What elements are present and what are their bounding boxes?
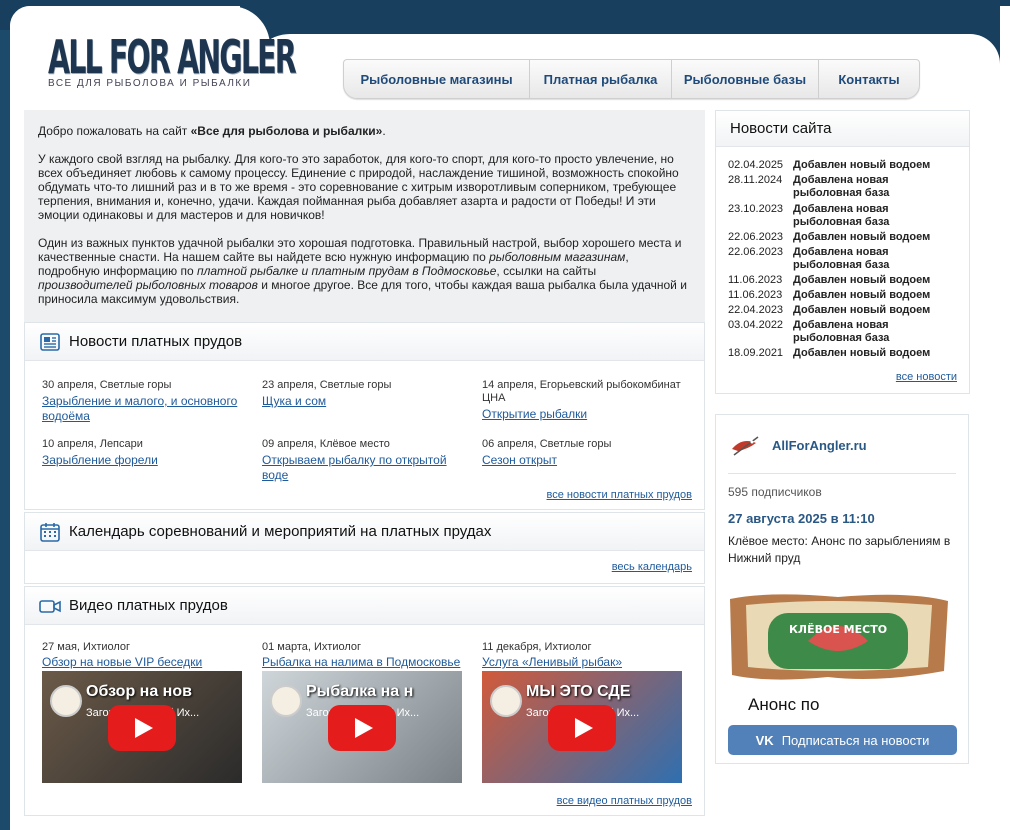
- video-link[interactable]: Обзор на новые VIP беседки: [42, 655, 202, 669]
- news-link[interactable]: Зарыбление форели: [42, 453, 158, 467]
- news-link[interactable]: Щука и сом: [262, 394, 326, 408]
- video-item: 27 мая, Ихтиолог Обзор на новые VIP бесе…: [42, 641, 242, 783]
- all-videos-link[interactable]: все видео платных прудов: [557, 795, 692, 807]
- play-icon[interactable]: [548, 705, 616, 751]
- news-item: 14 апреля, Егорьевский рыбокомбинат ЦНА …: [482, 379, 681, 421]
- channel-avatar: [270, 685, 302, 717]
- video-link[interactable]: Рыбалка на налима в Подмосковье: [262, 655, 460, 669]
- vk-logo-icon: VK: [755, 732, 774, 748]
- vk-post-date[interactable]: 27 августа 2025 в 11:10: [728, 511, 875, 526]
- vk-widget: AllForAngler.ru 595 подписчиков 27 авгус…: [715, 414, 969, 764]
- news-link[interactable]: Открываем рыбалку по открытой воде: [262, 453, 447, 482]
- news-link[interactable]: Сезон открыт: [482, 453, 557, 467]
- nav-contacts[interactable]: Контакты: [819, 60, 919, 98]
- calendar-icon: [39, 521, 61, 543]
- nav-fishing-shops[interactable]: Рыболовные магазины: [344, 60, 530, 98]
- subscribe-button[interactable]: VK Подписаться на новости: [728, 725, 957, 755]
- ponds-news-title: Новости платных прудов: [69, 333, 243, 350]
- video-item: 01 марта, Ихтиолог Рыбалка на налима в П…: [262, 641, 462, 783]
- main-nav: Рыболовные магазины Платная рыбалка Рыбо…: [343, 59, 920, 99]
- nav-fishing-bases[interactable]: Рыболовные базы: [672, 60, 819, 98]
- video-thumbnail[interactable]: Рыбалка на н Загородный клуб Их...: [262, 671, 462, 783]
- news-item: 10 апреля, Лепсари Зарыбление форели: [42, 438, 158, 467]
- site-news-title: Новости сайта: [730, 120, 832, 137]
- news-item: 23 апреля, Светлые горы Щука и сом: [262, 379, 392, 408]
- welcome-text: Добро пожаловать на сайт «Все для рыболо…: [24, 110, 705, 322]
- news-link[interactable]: Открытие рыбалки: [482, 407, 587, 421]
- play-icon[interactable]: [328, 705, 396, 751]
- nav-paid-fishing[interactable]: Платная рыбалка: [530, 60, 672, 98]
- all-ponds-news-link[interactable]: все новости платных прудов: [547, 489, 692, 501]
- ponds-news-panel: Новости платных прудов 30 апреля, Светлы…: [24, 322, 705, 510]
- video-thumbnail[interactable]: МЫ ЭТО СДЕ Загородный клуб Их...: [482, 671, 682, 783]
- vk-group-name[interactable]: AllForAngler.ru: [772, 438, 867, 453]
- calendar-panel: Календарь соревнований и мероприятий на …: [24, 512, 705, 584]
- video-thumbnail[interactable]: Обзор на нов Загородный клуб Их...: [42, 671, 242, 783]
- all-site-news-link[interactable]: все новости: [896, 371, 957, 383]
- news-item: 06 апреля, Светлые горы Сезон открыт: [482, 438, 612, 467]
- vk-image-caption: Анонс по: [748, 695, 820, 714]
- logo-title: ALL FOR ANGLER: [48, 30, 297, 84]
- video-camera-icon: [39, 595, 61, 617]
- news-item: 09 апреля, Клёвое место Открываем рыбалк…: [262, 438, 447, 482]
- newspaper-icon: [39, 331, 61, 353]
- vk-post-image[interactable]: КЛЁВОЕ МЕСТО: [728, 591, 950, 683]
- news-link[interactable]: Зарыбление и малого, и основного водоёма: [42, 394, 237, 423]
- video-item: 11 декабря, Ихтиолог Услуга «Ленивый рыб…: [482, 641, 682, 783]
- calendar-title: Календарь соревнований и мероприятий на …: [69, 523, 492, 540]
- videos-title: Видео платных прудов: [69, 597, 228, 614]
- video-link[interactable]: Услуга «Ленивый рыбак»: [482, 655, 622, 669]
- vk-subscribers: 595 подписчиков: [728, 485, 822, 499]
- play-icon[interactable]: [108, 705, 176, 751]
- vk-post-text: Клёвое место: Анонс по зарыблениям в Ниж…: [728, 534, 951, 565]
- fish-logo-icon[interactable]: [728, 429, 762, 463]
- channel-avatar: [490, 685, 522, 717]
- videos-panel: Видео платных прудов 27 мая, Ихтиолог Об…: [24, 586, 705, 816]
- all-calendar-link[interactable]: весь календарь: [612, 561, 692, 573]
- news-item: 30 апреля, Светлые горы Зарыбление и мал…: [42, 379, 238, 423]
- svg-text:КЛЁВОЕ МЕСТО: КЛЁВОЕ МЕСТО: [789, 622, 887, 636]
- channel-avatar: [50, 685, 82, 717]
- site-news-panel: Новости сайта 02.04.2025 Добавлен новый в…: [715, 110, 970, 394]
